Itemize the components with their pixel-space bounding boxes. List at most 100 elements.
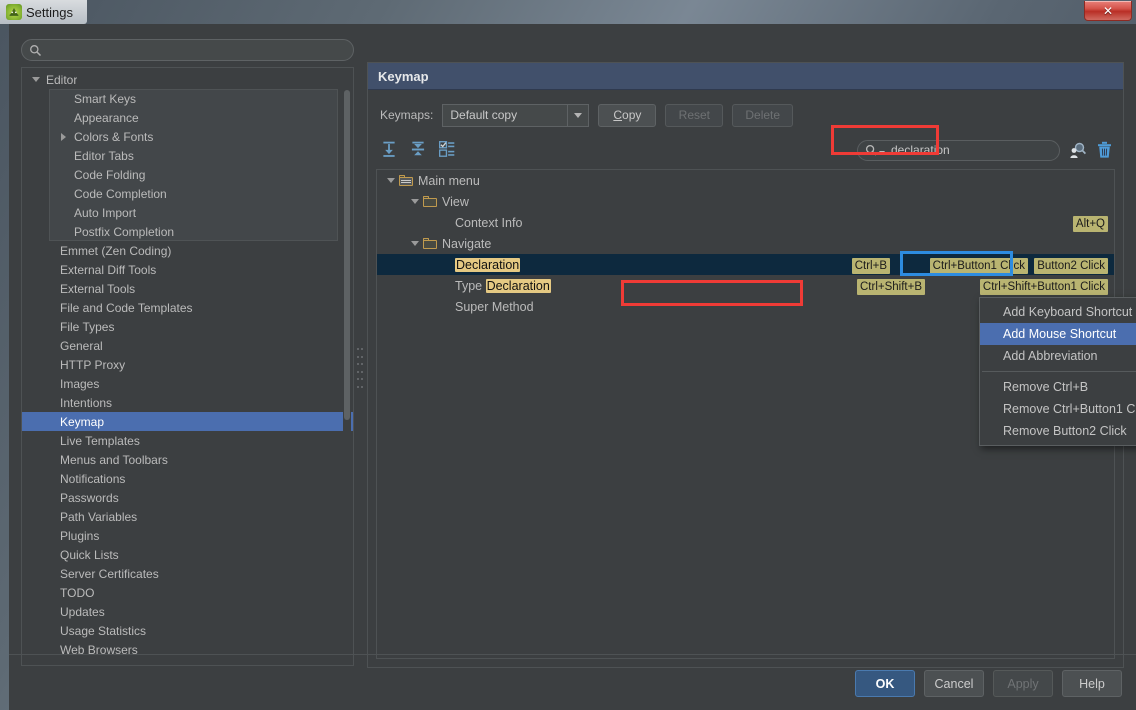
keymap-tree-row[interactable]: View	[377, 191, 1114, 212]
keymaps-label: Keymaps:	[380, 108, 433, 122]
sidebar-item-external-tools[interactable]: External Tools	[22, 279, 353, 298]
copy-button-rest: opy	[622, 108, 641, 122]
keymap-search-field[interactable]: declaration	[857, 140, 1060, 161]
shortcut-badge: Ctrl+B	[852, 258, 890, 274]
keymaps-toolbar: Keymaps: Default copy Copy Reset Delete	[380, 103, 793, 127]
sidebar-item-passwords[interactable]: Passwords	[22, 488, 353, 507]
sidebar-item-emmet-zen-coding[interactable]: Emmet (Zen Coding)	[22, 241, 353, 260]
sidebar-search-field[interactable]	[21, 39, 354, 61]
sidebar-search-input[interactable]	[42, 43, 353, 57]
context-menu-item-remove-ctrl-b[interactable]: Remove Ctrl+B	[980, 376, 1136, 398]
context-menu-item-add-keyboard-shortcut[interactable]: Add Keyboard Shortcut	[980, 301, 1136, 323]
apply-button: Apply	[993, 670, 1053, 697]
sidebar-item-usage-statistics[interactable]: Usage Statistics	[22, 621, 353, 640]
context-menu-item-add-abbreviation[interactable]: Add Abbreviation	[980, 345, 1136, 367]
keymap-tree-row[interactable]: Context Info	[377, 212, 1114, 233]
sidebar-item-label: External Tools	[57, 282, 135, 296]
sidebar-item-label: Images	[57, 377, 99, 391]
sidebar-item-label: Code Folding	[71, 168, 145, 182]
sidebar-scrollbar-track[interactable]	[343, 90, 351, 660]
sidebar-item-label: Server Certificates	[57, 567, 159, 581]
settings-window: Settings ✕ EditorSmart KeysAppearance Col…	[0, 0, 1136, 710]
shortcut-badge: Button2 Click	[1034, 258, 1108, 274]
sidebar-tree-panel: EditorSmart KeysAppearance Colors & Fonts…	[21, 67, 354, 666]
main-menu-icon	[399, 175, 413, 186]
keymap-search-row: declaration	[857, 139, 1113, 161]
keymap-tree-row[interactable]: Main menu	[377, 170, 1114, 191]
keymap-row-label: Type Declaration	[455, 279, 551, 293]
expand-all-icon[interactable]	[380, 140, 398, 158]
search-icon	[865, 144, 878, 157]
sidebar-item-label: TODO	[57, 586, 94, 600]
chevron-down-icon[interactable]	[28, 77, 43, 82]
keymap-tree-row[interactable]: Navigate	[377, 233, 1114, 254]
sidebar-item-code-completion[interactable]: Code Completion	[22, 184, 353, 203]
sidebar-item-live-templates[interactable]: Live Templates	[22, 431, 353, 450]
sidebar-item-notifications[interactable]: Notifications	[22, 469, 353, 488]
settings-sidebar: EditorSmart KeysAppearance Colors & Fonts…	[21, 39, 354, 666]
sidebar-item-file-and-code-templates[interactable]: File and Code Templates	[22, 298, 353, 317]
sidebar-item-todo[interactable]: TODO	[22, 583, 353, 602]
sidebar-item-http-proxy[interactable]: HTTP Proxy	[22, 355, 353, 374]
context-menu-item-remove-button2-click[interactable]: Remove Button2 Click	[980, 420, 1136, 442]
sidebar-item-colors-fonts[interactable]: Colors & Fonts	[22, 127, 353, 146]
chevron-down-icon[interactable]	[407, 199, 423, 204]
sidebar-item-file-types[interactable]: File Types	[22, 317, 353, 336]
sidebar-item-plugins[interactable]: Plugins	[22, 526, 353, 545]
sidebar-item-path-variables[interactable]: Path Variables	[22, 507, 353, 526]
sidebar-item-label: Plugins	[57, 529, 99, 543]
chevron-down-icon[interactable]	[407, 241, 423, 246]
help-button[interactable]: Help	[1062, 670, 1122, 697]
sidebar-item-appearance[interactable]: Appearance	[22, 108, 353, 127]
sidebar-item-external-diff-tools[interactable]: External Diff Tools	[22, 260, 353, 279]
context-menu-item-add-mouse-shortcut[interactable]: Add Mouse Shortcut	[980, 323, 1136, 345]
sidebar-item-general[interactable]: General	[22, 336, 353, 355]
clear-filter-icon[interactable]	[1096, 141, 1113, 159]
sidebar-item-updates[interactable]: Updates	[22, 602, 353, 621]
sidebar-item-editor[interactable]: Editor	[22, 70, 353, 89]
collapse-all-icon[interactable]	[409, 140, 427, 158]
search-match-highlight: Declaration	[455, 258, 520, 272]
sidebar-item-label: Colors & Fonts	[71, 130, 153, 144]
keymap-panel: Keymap Keymaps: Default copy Copy Reset …	[367, 62, 1124, 668]
keymap-search-value: declaration	[885, 143, 950, 157]
context-menu-separator	[982, 371, 1136, 372]
sidebar-item-editor-tabs[interactable]: Editor Tabs	[22, 146, 353, 165]
ok-button[interactable]: OK	[855, 670, 915, 697]
window-title-plate: Settings	[0, 0, 87, 24]
keymap-row-label: Navigate	[442, 237, 491, 251]
sidebar-item-postfix-completion[interactable]: Postfix Completion	[22, 222, 353, 241]
keymap-row-label: Declaration	[455, 258, 520, 272]
shortcut-context-menu[interactable]: Add Keyboard ShortcutAdd Mouse ShortcutA…	[979, 297, 1136, 446]
sidebar-item-label: HTTP Proxy	[57, 358, 125, 372]
keymap-row-label: Main menu	[418, 174, 480, 188]
shortcut-badge: Ctrl+Shift+B	[857, 279, 925, 295]
cancel-button[interactable]: Cancel	[924, 670, 984, 697]
chevron-down-icon[interactable]	[567, 105, 588, 126]
sidebar-item-keymap[interactable]: Keymap	[22, 412, 353, 431]
panel-splitter[interactable]	[354, 48, 366, 668]
shortcut-badge: Ctrl+Button1 Click	[930, 258, 1028, 274]
copy-button[interactable]: Copy	[598, 104, 656, 127]
page-title: Keymap	[378, 69, 429, 84]
chevron-down-icon[interactable]	[383, 178, 399, 183]
sidebar-item-menus-and-toolbars[interactable]: Menus and Toolbars	[22, 450, 353, 469]
sidebar-scrollbar-thumb[interactable]	[344, 90, 350, 420]
sidebar-item-code-folding[interactable]: Code Folding	[22, 165, 353, 184]
sidebar-item-label: General	[57, 339, 103, 353]
sidebar-item-label: Path Variables	[57, 510, 137, 524]
sidebar-item-images[interactable]: Images	[22, 374, 353, 393]
find-actions-icon[interactable]	[1069, 141, 1087, 159]
context-menu-item-remove-ctrl-button1-click[interactable]: Remove Ctrl+Button1 Click	[980, 398, 1136, 420]
sidebar-item-intentions[interactable]: Intentions	[22, 393, 353, 412]
sidebar-item-quick-lists[interactable]: Quick Lists	[22, 545, 353, 564]
keymap-select[interactable]: Default copy	[442, 104, 589, 127]
sidebar-item-smart-keys[interactable]: Smart Keys	[22, 89, 353, 108]
sidebar-item-auto-import[interactable]: Auto Import	[22, 203, 353, 222]
delete-button: Delete	[732, 104, 793, 127]
edit-shortcut-icon[interactable]	[438, 140, 456, 158]
chevron-right-icon[interactable]	[56, 133, 71, 141]
close-icon[interactable]: ✕	[1084, 1, 1132, 21]
sidebar-item-server-certificates[interactable]: Server Certificates	[22, 564, 353, 583]
sidebar-tree-list: EditorSmart KeysAppearance Colors & Fonts…	[22, 68, 353, 659]
